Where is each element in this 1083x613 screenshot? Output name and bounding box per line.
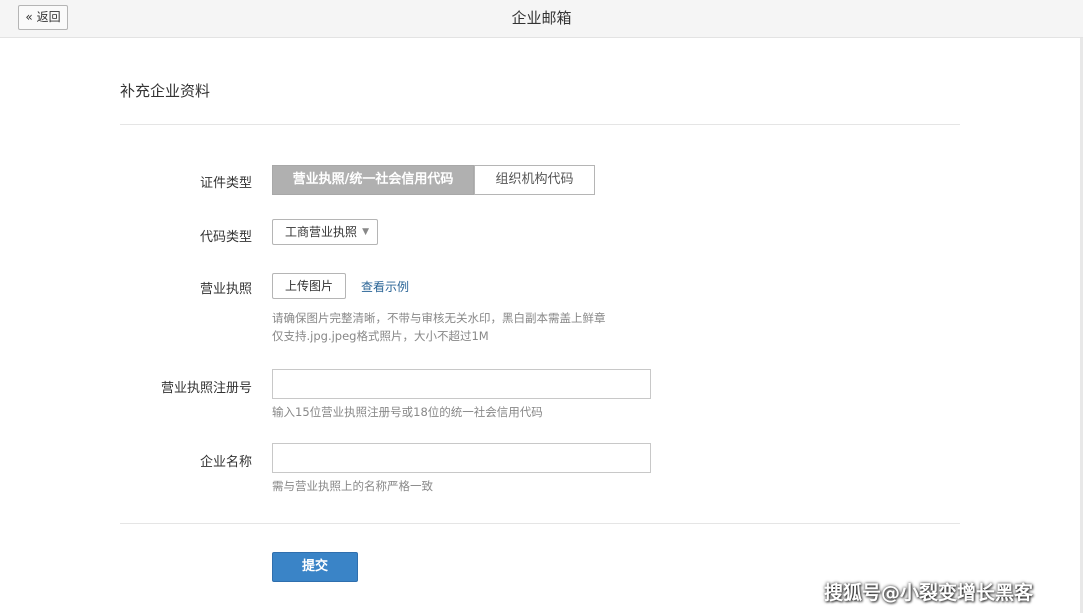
reg-number-hint: 输入15位营业执照注册号或18位的统一社会信用代码 bbox=[272, 405, 543, 419]
company-name-hint: 需与营业执照上的名称严格一致 bbox=[272, 479, 433, 493]
upload-image-button[interactable]: 上传图片 bbox=[272, 273, 346, 299]
company-name-label: 企业名称 bbox=[199, 455, 252, 470]
license-hint-line2: 仅支持.jpg.jpeg格式照片，大小不超过1M bbox=[272, 329, 489, 343]
top-bar: « 返回 企业邮箱 bbox=[0, 0, 1083, 38]
license-hint-line1: 请确保图片完整清晰，不带与审核无关水印，黑白副本需盖上鲜章 bbox=[272, 311, 606, 325]
reg-number-label: 营业执照注册号 bbox=[160, 381, 252, 396]
cert-type-option-org-code[interactable]: 组织机构代码 bbox=[474, 165, 595, 195]
reg-number-input[interactable] bbox=[272, 369, 651, 399]
chevron-down-icon: ▼ bbox=[362, 227, 369, 237]
code-type-value: 工商营业执照 bbox=[285, 225, 358, 239]
cert-type-label: 证件类型 bbox=[199, 176, 252, 191]
bottom-divider bbox=[120, 523, 960, 524]
cert-type-option-license[interactable]: 营业执照/统一社会信用代码 bbox=[272, 165, 474, 195]
license-label: 营业执照 bbox=[199, 282, 252, 297]
watermark-text: 搜狐号@小裂变增长黑客 bbox=[824, 582, 1034, 604]
section-title: 补充企业资料 bbox=[120, 82, 211, 100]
page-title: 企业邮箱 bbox=[511, 9, 572, 27]
submit-button[interactable]: 提交 bbox=[272, 552, 358, 582]
top-divider bbox=[120, 124, 960, 125]
company-name-input[interactable] bbox=[272, 443, 651, 473]
code-type-label: 代码类型 bbox=[199, 230, 252, 245]
view-example-link[interactable]: 查看示例 bbox=[361, 278, 409, 295]
code-type-select[interactable]: 工商营业执照 ▼ bbox=[272, 219, 378, 245]
